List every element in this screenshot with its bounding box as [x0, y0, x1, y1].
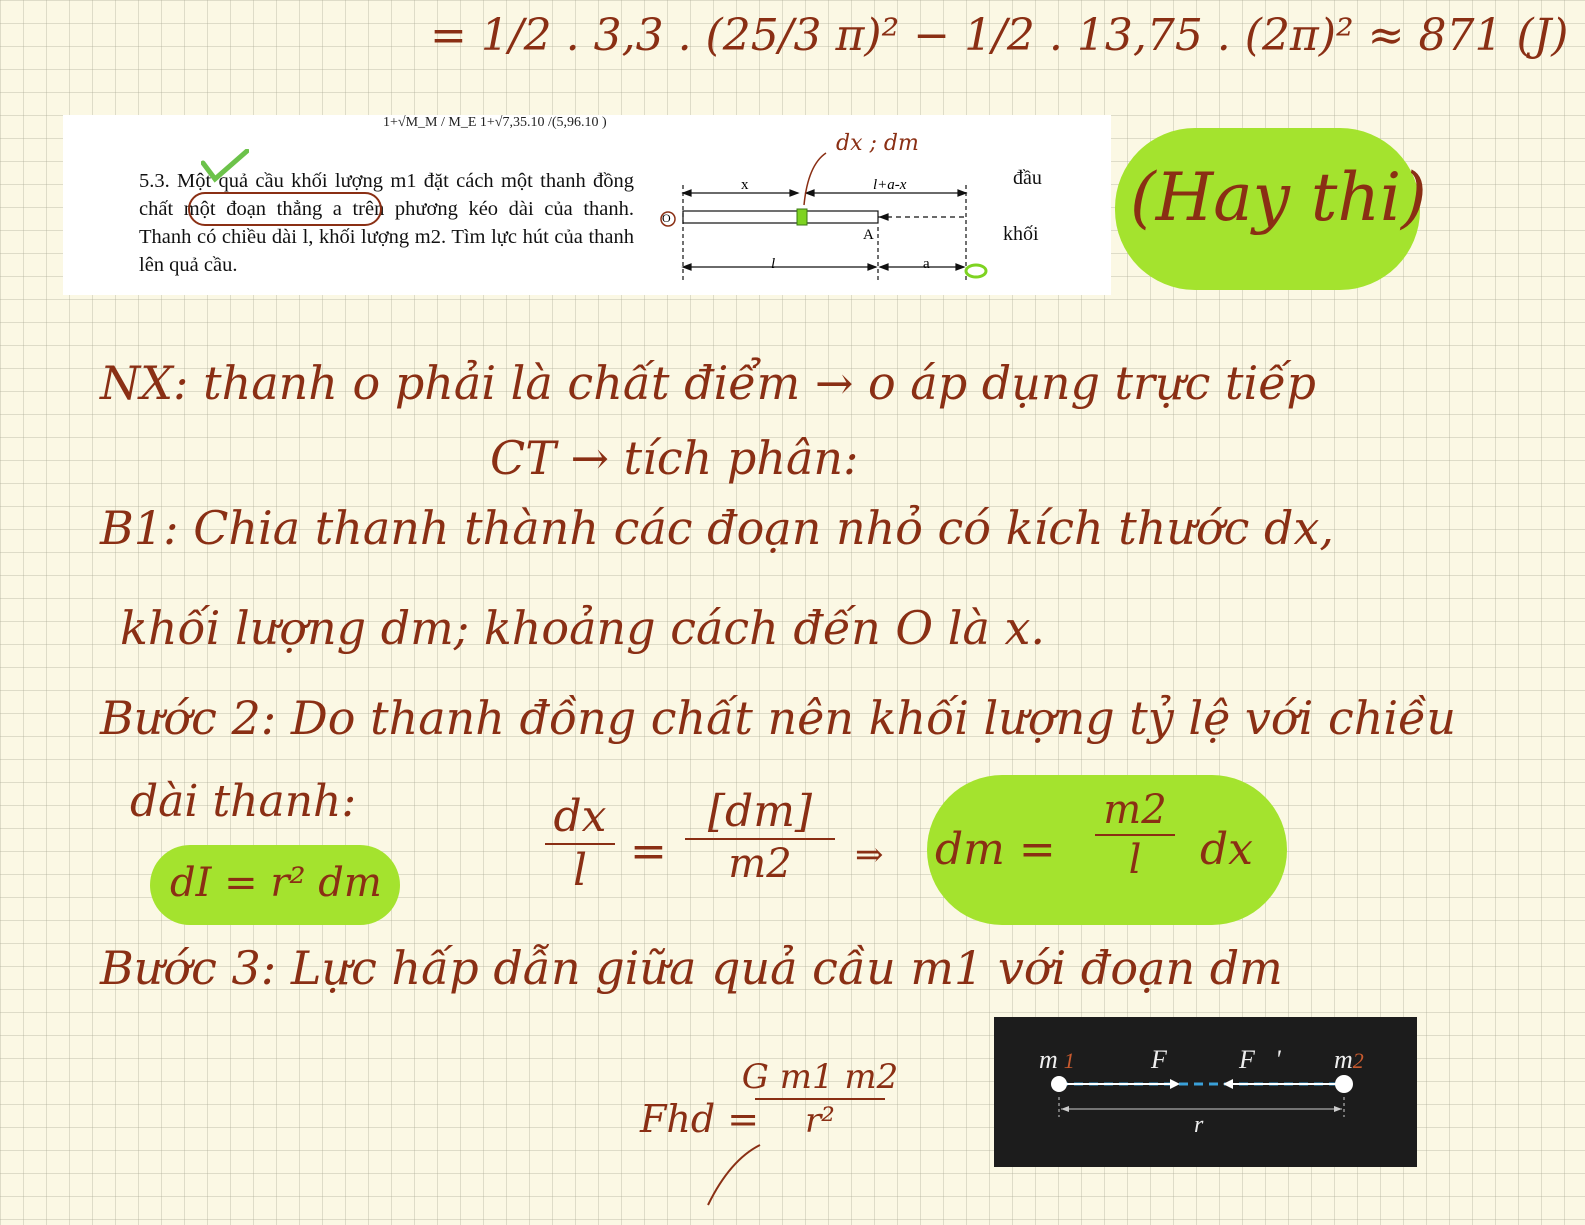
blackboard-diagram	[1051, 1075, 1353, 1117]
b2-line-2: dài thanh:	[130, 776, 357, 827]
bb-m2: m2	[1334, 1045, 1364, 1075]
bb-force-f-prime: F⃗'	[1239, 1045, 1281, 1074]
ratio-rhs-den: m2	[728, 841, 792, 887]
bb-m1: m1	[1039, 1045, 1075, 1075]
fig-label-a-point: A	[863, 227, 874, 243]
circled-phrase-mark	[188, 192, 382, 226]
b3-line: Bước 3: Lực hấp dẫn giữa quả cầu m1 với …	[100, 941, 1283, 995]
dm-lhs: dm =	[935, 824, 1056, 875]
rod-figure	[660, 152, 988, 280]
bb-m1-letter: m	[1039, 1045, 1058, 1074]
fig-label-x: x	[741, 177, 749, 193]
bb-m2-letter: m	[1334, 1045, 1353, 1074]
fig-label-o: O	[662, 211, 671, 225]
fig-label-l-a-x: l+a-x	[873, 177, 907, 193]
nx-line-1: NX: thanh o phải là chất điểm → o áp dụn…	[100, 356, 1316, 410]
hay-thi-note: (Hay thi)	[1130, 159, 1427, 236]
nx-line-2: CT → tích phân:	[490, 431, 859, 485]
bb-m2-sub: 2	[1352, 1048, 1364, 1073]
implies-arrow: ⇒	[855, 835, 884, 875]
top-equation: = 1/2 . 3,3 . (25/3 π)² − 1/2 . 13,75 . …	[430, 10, 1569, 61]
fhd-fraction: G m1 m2 r²	[742, 1060, 899, 1141]
dm-num: m2	[1103, 787, 1167, 833]
side-word-khoi: khối	[1003, 223, 1039, 245]
bb-force-f: F⃗	[1151, 1045, 1188, 1074]
b2-line-1: Bước 2: Do thanh đồng chất nên khối lượn…	[100, 691, 1456, 745]
di-equation: dI = r² dm	[170, 860, 382, 906]
fig-label-l: l	[771, 256, 776, 272]
ratio-lhs-den: l	[572, 845, 588, 896]
problem-cutoff-line: 1+√M_M / M_E 1+√7,35.10 /(5,96.10 )	[383, 115, 607, 130]
bb-m1-sub: 1	[1063, 1048, 1075, 1073]
side-word-dau: đầu	[1013, 167, 1042, 189]
problem-box: 1+√M_M / M_E 1+√7,35.10 /(5,96.10 ) 5.3.…	[63, 115, 1111, 295]
b1-line-1: B1: Chia thanh thành các đoạn nhỏ có kíc…	[100, 501, 1335, 555]
fig-label-a: a	[923, 256, 930, 272]
fhd-den: r²	[805, 1101, 835, 1141]
ratio-lhs-fraction: dx l	[545, 795, 615, 893]
dm-fraction: m2 l	[1095, 790, 1175, 880]
fhd-stroke-mark	[707, 1144, 761, 1206]
ratio-rhs-fraction: [dm] m2	[685, 790, 835, 884]
dm-tail: dx	[1200, 824, 1253, 875]
ratio-rhs-num: [dm]	[707, 786, 813, 837]
fhd-num: G m1 m2	[741, 1057, 899, 1097]
b1-line-2: khối lượng dm; khoảng cách đến O là x.	[120, 601, 1046, 655]
blackboard-figure: m1 F⃗ F⃗' m2 r	[994, 1017, 1417, 1167]
ratio-lhs-num: dx	[553, 791, 607, 842]
bb-r: r	[1194, 1112, 1204, 1138]
ratio-equals: =	[630, 826, 667, 877]
fig-handwritten-label: dx ; dm	[836, 131, 919, 156]
problem-number: 5.3.	[139, 170, 170, 192]
fhd-lhs: Fhd =	[640, 1097, 760, 1141]
dm-den: l	[1128, 837, 1142, 883]
